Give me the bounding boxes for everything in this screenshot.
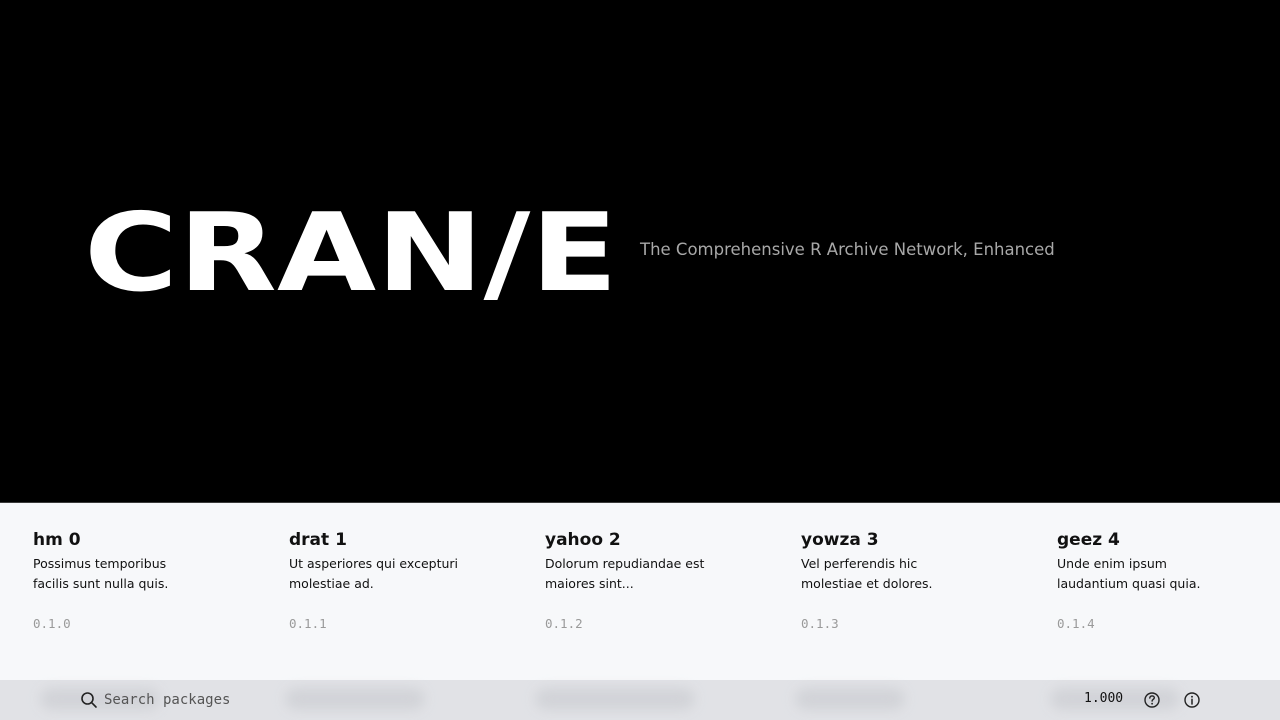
- crane-logo-wordmark: CRAN/E: [84, 192, 618, 308]
- package-name[interactable]: yowza 3: [801, 530, 1021, 550]
- package-name[interactable]: hm 0: [33, 530, 253, 550]
- question-circle-icon: [1144, 692, 1160, 708]
- package-description: Vel perferendis hic molestiae et dolores…: [801, 556, 933, 591]
- package-card[interactable]: drat 1 Ut asperiores qui excepturi moles…: [289, 530, 509, 631]
- search-icon: [80, 691, 98, 709]
- package-version: 0.1.3: [801, 616, 839, 631]
- package-card[interactable]: yowza 3 Vel perferendis hic molestiae et…: [801, 530, 1021, 631]
- info-button[interactable]: [1182, 690, 1202, 710]
- package-description: Ut asperiores qui excepturi molestiae ad…: [289, 556, 459, 591]
- package-description: Possimus temporibus facilis sunt nulla q…: [33, 556, 169, 591]
- blurred-content: [795, 688, 905, 710]
- package-description: Unde enim ipsum laudantium quasi quia.: [1057, 556, 1201, 591]
- info-circle-icon: [1184, 692, 1200, 708]
- package-card[interactable]: hm 0 Possimus temporibus facilis sunt nu…: [33, 530, 253, 631]
- search-input[interactable]: [104, 689, 464, 711]
- package-card[interactable]: yahoo 2 Dolorum repudiandae est maiores …: [545, 530, 765, 631]
- package-card[interactable]: geez 4 Unde enim ipsum laudantium quasi …: [1057, 530, 1277, 631]
- tagline: The Comprehensive R Archive Network, Enh…: [640, 240, 1055, 259]
- package-count: 1.000: [1084, 691, 1124, 706]
- package-version: 0.1.4: [1057, 616, 1095, 631]
- hero-section: CRAN/E The Comprehensive R Archive Netwo…: [0, 0, 1280, 503]
- blurred-content: [535, 688, 695, 710]
- search-box[interactable]: [78, 689, 478, 711]
- package-name[interactable]: drat 1: [289, 530, 509, 550]
- help-button[interactable]: [1142, 690, 1162, 710]
- bottom-search-bar: 1.000: [0, 680, 1280, 720]
- package-name[interactable]: geez 4: [1057, 530, 1277, 550]
- crane-logo: CRAN/E: [82, 192, 622, 308]
- package-version: 0.1.1: [289, 616, 327, 631]
- package-version: 0.1.0: [33, 616, 71, 631]
- logo-text: CRAN/E: [84, 192, 618, 308]
- package-description: Dolorum repudiandae est maiores sint...: [545, 556, 705, 591]
- package-version: 0.1.2: [545, 616, 583, 631]
- package-name[interactable]: yahoo 2: [545, 530, 765, 550]
